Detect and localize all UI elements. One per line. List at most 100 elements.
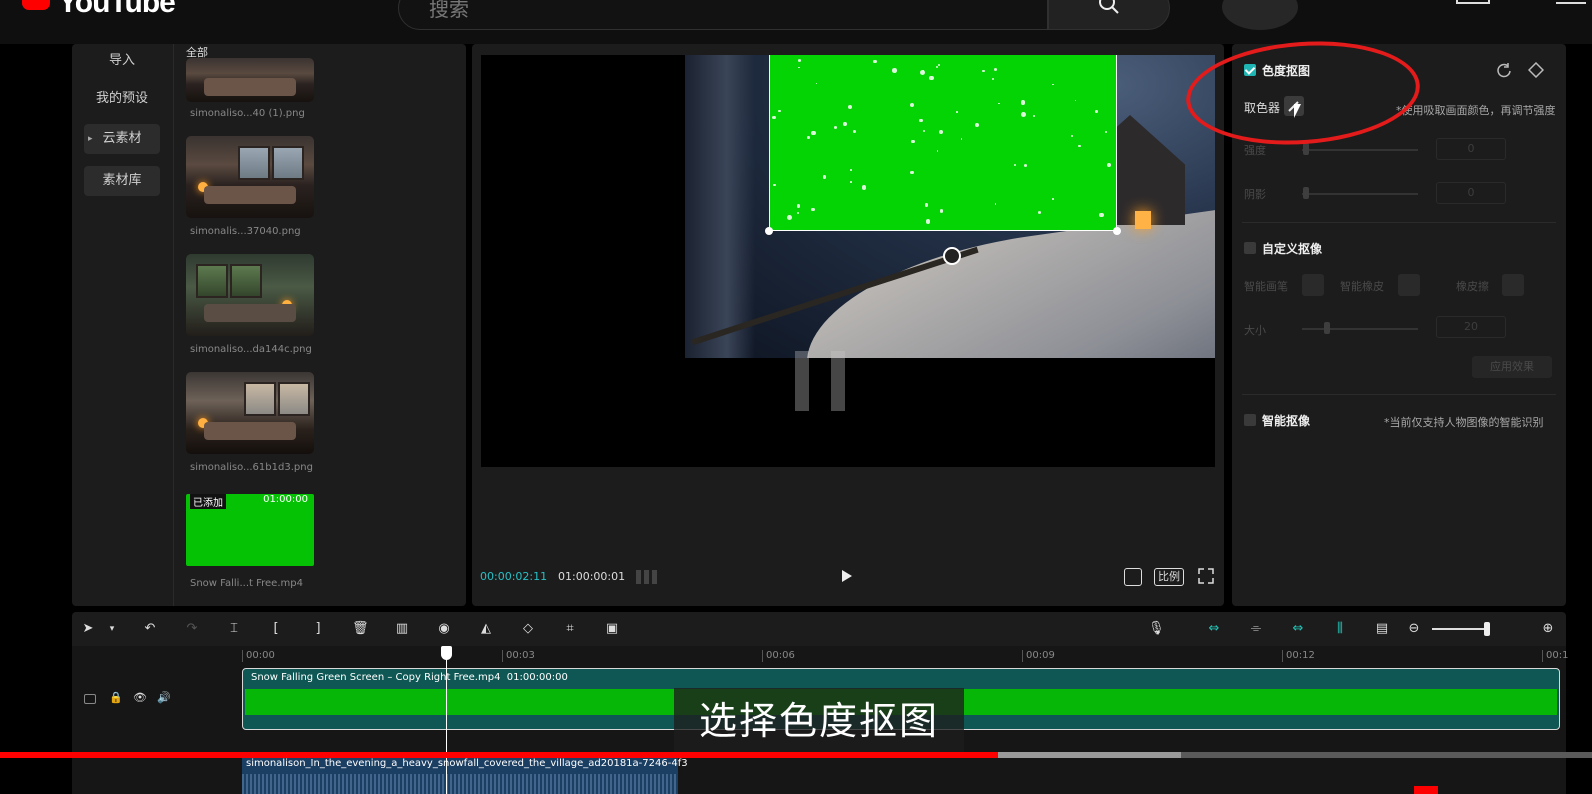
smart-eraser-label: 智能橡皮 xyxy=(1340,280,1384,293)
media-thumb-3[interactable] xyxy=(186,254,314,336)
video-clip-village[interactable]: simonalison_In_the_evening_a_heavy_snowf… xyxy=(242,757,688,794)
nav-cloud-assets[interactable]: 云素材 xyxy=(84,124,160,154)
playhead-handle[interactable] xyxy=(441,646,452,660)
preview-canvas[interactable] xyxy=(481,55,1215,467)
voice-search-button[interactable] xyxy=(1222,0,1298,30)
rotate-clip-icon[interactable]: ◇ xyxy=(520,621,536,637)
fullscreen-icon[interactable] xyxy=(1198,568,1214,586)
microphone-icon[interactable]: 🎙 xyxy=(1148,621,1165,637)
nav-asset-library[interactable]: 素材库 xyxy=(84,166,160,196)
delete-icon[interactable]: 🗑 xyxy=(352,621,369,637)
snowflake xyxy=(787,214,792,220)
split-left-icon[interactable]: [ xyxy=(268,621,284,637)
ruler-label: 00:00 xyxy=(246,650,275,661)
snowflake xyxy=(1074,99,1076,102)
smart-cutout-checkbox[interactable] xyxy=(1244,414,1256,426)
media-thumb-5[interactable]: 已添加 01:00:00 xyxy=(186,494,314,566)
clip-title: Snow Falling Green Screen – Copy Right F… xyxy=(251,672,568,683)
size-value[interactable]: 20 xyxy=(1436,316,1506,338)
ratio-button[interactable]: 比例 xyxy=(1154,568,1184,586)
snowflake xyxy=(796,204,801,208)
redo-icon[interactable]: ↷ xyxy=(184,621,200,637)
youtube-search-button[interactable] xyxy=(1048,0,1170,30)
create-icon[interactable] xyxy=(1456,0,1490,4)
snowflake xyxy=(772,116,776,120)
zoom-out-icon[interactable]: ⊖ xyxy=(1406,621,1422,637)
zoom-slider[interactable] xyxy=(1432,628,1490,630)
size-slider-knob[interactable] xyxy=(1324,322,1330,334)
custom-cutout-checkbox[interactable] xyxy=(1244,242,1256,254)
snowflake xyxy=(1078,144,1081,148)
thumb-window xyxy=(238,146,270,180)
undo-icon[interactable]: ↶ xyxy=(142,621,158,637)
zoom-in-icon[interactable]: ⊕ xyxy=(1540,621,1556,637)
youtube-logo-text[interactable]: YouTube xyxy=(58,0,176,20)
youtube-search-input[interactable]: 搜索 xyxy=(398,0,1048,30)
track-cover-icon[interactable] xyxy=(84,694,96,704)
keyframe-icon[interactable] xyxy=(1528,62,1544,78)
custom-cutout-title: 自定义抠像 xyxy=(1262,242,1323,256)
media-thumb-1[interactable] xyxy=(186,58,314,102)
reset-icon[interactable] xyxy=(1496,62,1512,78)
split-icon[interactable]: ⌶ xyxy=(226,621,242,637)
strength-value[interactable]: 0 xyxy=(1436,138,1506,160)
nav-my-presets[interactable]: 我的预设 xyxy=(84,84,160,114)
eraser-button[interactable] xyxy=(1502,274,1524,296)
snowflake xyxy=(811,130,816,136)
linkage-icon[interactable]: ⇔ xyxy=(1290,621,1306,637)
caption-icon[interactable]: ▤ xyxy=(1374,621,1390,637)
snowflake xyxy=(998,102,1001,105)
resize-handle[interactable] xyxy=(1113,227,1121,235)
crop-icon[interactable]: ⌗ xyxy=(562,621,578,637)
ruler-label: 00:03 xyxy=(506,650,535,661)
resize-handle[interactable] xyxy=(765,227,773,235)
select-tool-icon[interactable]: ➤ xyxy=(80,621,96,637)
chevron-down-icon[interactable]: ▾ xyxy=(104,621,120,637)
notifications-icon[interactable] xyxy=(1556,0,1586,4)
size-slider[interactable] xyxy=(1302,328,1418,330)
snowflake xyxy=(955,111,958,113)
snowflake xyxy=(925,203,929,207)
main-track-magnet-icon[interactable]: ⇔ xyxy=(1206,621,1222,637)
split-right-icon[interactable]: ] xyxy=(310,621,326,637)
snowflake xyxy=(861,185,867,190)
media-thumb-2[interactable] xyxy=(186,136,314,218)
shadow-slider[interactable] xyxy=(1302,193,1418,195)
smart-brush-button[interactable] xyxy=(1302,274,1324,296)
snowflake xyxy=(848,105,853,110)
snowflake xyxy=(925,219,931,224)
snowflake xyxy=(909,103,914,108)
thumb-sofa xyxy=(204,304,296,322)
media-name-2: simonalis...37040.png xyxy=(190,226,301,237)
added-badge: 已添加 xyxy=(190,494,226,509)
zoom-slider-knob[interactable] xyxy=(1484,622,1490,636)
eye-icon[interactable]: 👁 xyxy=(132,690,148,706)
auto-reframe-icon[interactable]: ▣ xyxy=(604,621,620,637)
strength-slider-knob[interactable] xyxy=(1303,143,1309,155)
freeze-frame-icon[interactable]: ▥ xyxy=(394,621,410,637)
shadow-value[interactable]: 0 xyxy=(1436,182,1506,204)
timeline-toolbar: ➤ ▾ ↶ ↷ ⌶ [ ] 🗑 ▥ ◉ ◭ ◇ ⌗ ▣ 🎙 ⇔ ⌯ ⇔ ⫼ ▤ … xyxy=(72,612,1566,646)
lock-icon[interactable]: 🔒 xyxy=(108,690,124,706)
reverse-icon[interactable]: ◉ xyxy=(436,621,452,637)
youtube-logo-icon[interactable] xyxy=(22,0,50,10)
snowflake xyxy=(910,170,914,175)
fit-view-icon[interactable] xyxy=(1124,568,1142,586)
auto-snap-icon[interactable]: ⌯ xyxy=(1248,621,1264,637)
playhead[interactable] xyxy=(446,646,447,794)
apply-effect-button[interactable]: 应用效果 xyxy=(1472,356,1552,378)
green-screen-layer[interactable] xyxy=(769,55,1117,231)
mirror-icon[interactable]: ◭ xyxy=(478,621,494,637)
nav-import[interactable]: 导入 xyxy=(84,46,160,76)
preview-axis-icon[interactable]: ⫼ xyxy=(1332,621,1348,637)
rotate-icon[interactable] xyxy=(943,247,961,265)
speaker-icon[interactable]: 🔊 xyxy=(156,690,172,706)
media-thumb-4[interactable] xyxy=(186,372,314,454)
youtube-progress-bar[interactable] xyxy=(0,752,1592,758)
play-button[interactable] xyxy=(842,570,852,582)
grid-icon[interactable] xyxy=(636,570,658,584)
shadow-slider-knob[interactable] xyxy=(1303,187,1309,199)
video-subtitle: 选择色度抠图 xyxy=(674,688,964,754)
smart-eraser-button[interactable] xyxy=(1398,274,1420,296)
strength-slider[interactable] xyxy=(1302,149,1418,151)
